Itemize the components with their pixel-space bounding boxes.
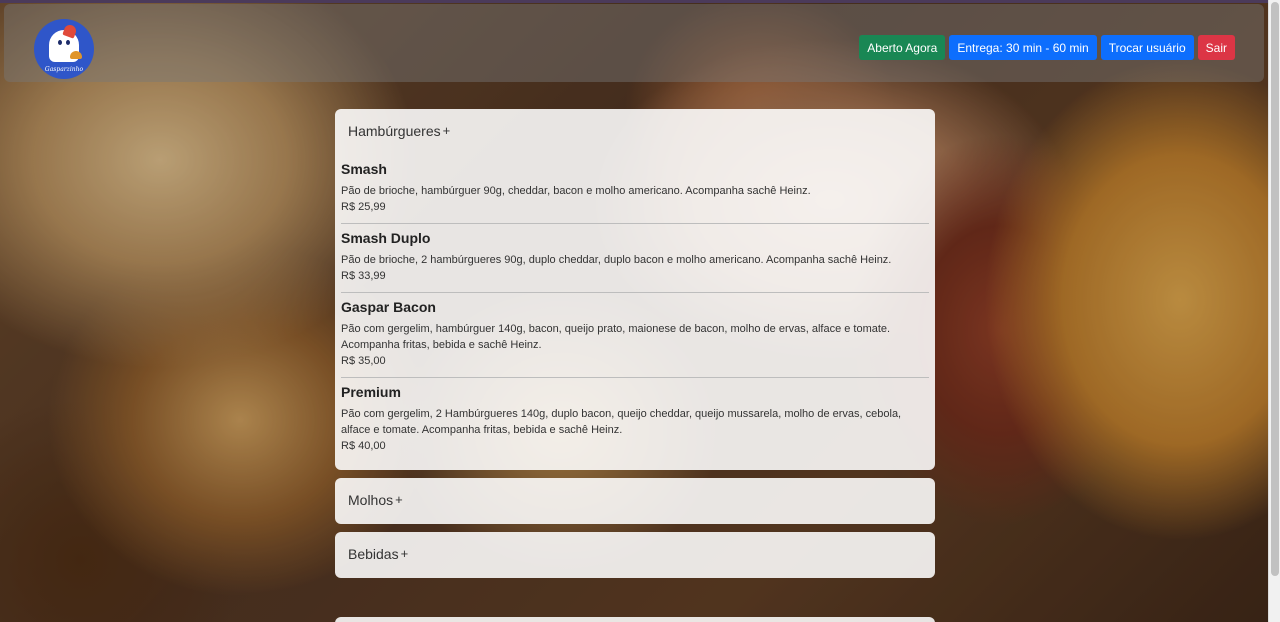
menu-item-name: Gaspar Bacon (341, 299, 436, 315)
category-header-molhos[interactable]: Molhos + (335, 478, 935, 524)
menu-item-name: Smash (341, 161, 387, 177)
menu-content: Hambúrgueres + Smash Pão de brioche, hamb… (335, 109, 935, 586)
logo-text: Gasparzinho (44, 66, 84, 73)
category-card-bebidas: Bebidas + (335, 532, 935, 578)
menu-item[interactable]: Smash Pão de brioche, hambúrguer 90g, ch… (341, 155, 929, 224)
menu-item-name: Premium (341, 384, 401, 400)
menu-item-description: Pão com gergelim, hambúrguer 140g, bacon… (341, 323, 891, 351)
menu-item-price: R$ 33,99 (341, 270, 386, 282)
expand-icon: + (442, 123, 451, 138)
menu-item[interactable]: Premium Pão com gergelim, 2 Hambúrgueres… (341, 378, 929, 464)
menu-item[interactable]: Smash Duplo Pão de brioche, 2 hambúrguer… (341, 224, 929, 293)
logo[interactable]: Gasparzinho (34, 19, 94, 79)
delivery-time-badge: Entrega: 30 min - 60 min (949, 35, 1097, 60)
category-items: Smash Pão de brioche, hambúrguer 90g, ch… (335, 155, 935, 470)
expand-icon: + (395, 492, 403, 507)
scrollbar-thumb[interactable] (1271, 2, 1279, 576)
menu-item-description: Pão com gergelim, 2 Hambúrgueres 140g, d… (341, 408, 902, 436)
expand-icon: + (400, 546, 409, 561)
category-title: Molhos (348, 492, 394, 508)
top-border (0, 0, 1268, 3)
switch-user-button[interactable]: Trocar usuário (1100, 35, 1194, 60)
category-title: Bebidas (348, 546, 399, 562)
category-title: Hambúrgueres (348, 123, 441, 139)
menu-item-description: Pão de brioche, 2 hambúrgueres 90g, dupl… (341, 254, 892, 266)
menu-item[interactable]: Gaspar Bacon Pão com gergelim, hambúrgue… (341, 293, 929, 378)
navbar: Gasparzinho Aberto Agora Entrega: 30 min… (4, 4, 1264, 82)
navbar-actions: Aberto Agora Entrega: 30 min - 60 min Tr… (859, 35, 1235, 60)
next-category-card[interactable] (335, 617, 935, 622)
burger-icon (70, 51, 82, 59)
menu-item-name: Smash Duplo (341, 230, 431, 246)
category-header-hamburgueres[interactable]: Hambúrgueres + (335, 109, 935, 155)
menu-item-description: Pão de brioche, hambúrguer 90g, cheddar,… (341, 185, 811, 197)
category-card-hamburgueres: Hambúrgueres + Smash Pão de brioche, hamb… (335, 109, 935, 470)
category-header-bebidas[interactable]: Bebidas + (335, 532, 935, 578)
logout-button[interactable]: Sair (1197, 35, 1235, 60)
menu-item-price: R$ 35,00 (341, 355, 386, 367)
open-status-badge: Aberto Agora (859, 35, 946, 60)
page-scrollbar[interactable] (1268, 0, 1280, 622)
menu-item-price: R$ 25,99 (341, 201, 386, 213)
menu-item-price: R$ 40,00 (341, 440, 386, 452)
category-card-molhos: Molhos + (335, 478, 935, 524)
